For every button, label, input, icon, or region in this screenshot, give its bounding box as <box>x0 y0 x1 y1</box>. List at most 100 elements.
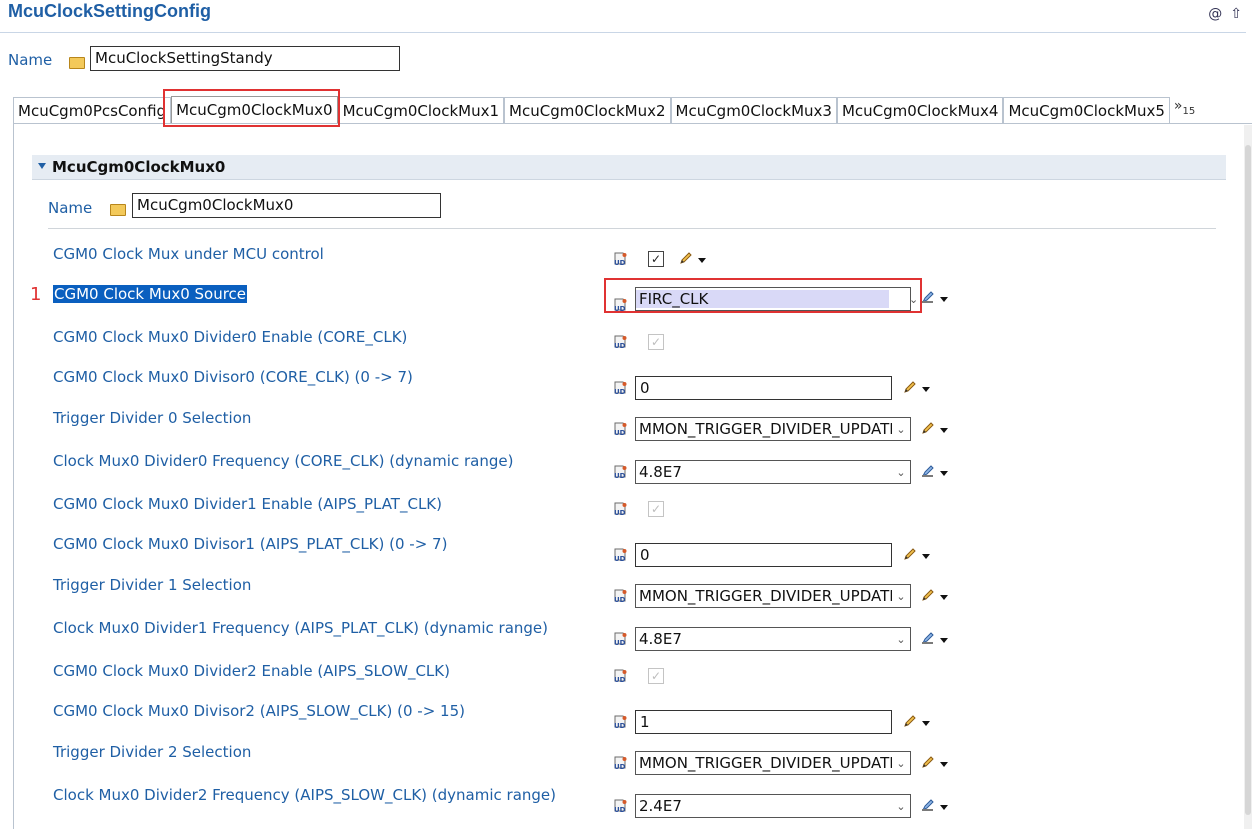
param-input[interactable]: 1 <box>635 710 892 734</box>
dropdown-caret-icon <box>698 257 706 263</box>
dropdown-caret-icon <box>940 804 948 810</box>
tab-mcucgm0clockmux5[interactable]: McuCgm0ClockMux5 <box>1003 97 1170 124</box>
param-label: CGM0 Clock Mux0 Source <box>53 285 248 303</box>
chevron-down-icon[interactable]: ⌄ <box>892 590 910 603</box>
user-defined-icon[interactable]: UD <box>612 334 628 350</box>
param-checkbox[interactable]: ✓ <box>648 501 664 517</box>
section-name-field[interactable]: McuCgm0ClockMux0 <box>132 193 441 218</box>
dropdown-caret-icon <box>940 594 948 600</box>
dropdown-caret-icon <box>940 761 948 767</box>
dropdown-value: 2.4E7 <box>639 797 682 815</box>
pencil-icon <box>678 250 694 270</box>
user-defined-icon[interactable]: UD <box>612 631 628 647</box>
param-label: Trigger Divider 2 Selection <box>53 743 252 761</box>
svg-text:UD: UD <box>614 509 626 517</box>
edit-menu[interactable] <box>920 754 948 774</box>
dropdown-value: MMON_TRIGGER_DIVIDER_UPDATE <box>639 587 892 605</box>
up-arrow-icon[interactable]: ⇧ <box>1230 6 1242 22</box>
user-defined-icon[interactable]: UD <box>612 668 628 684</box>
param-label: CGM0 Clock Mux0 Divisor2 (AIPS_SLOW_CLK)… <box>53 702 465 720</box>
user-defined-icon[interactable]: UD <box>612 714 628 730</box>
chevron-down-icon[interactable]: ⌄ <box>892 423 910 436</box>
param-label: CGM0 Clock Mux under MCU control <box>53 245 324 263</box>
formula-icon <box>920 289 936 309</box>
pencil-icon <box>920 420 936 440</box>
folder-icon[interactable] <box>110 204 126 216</box>
value-highlight-box <box>604 278 922 313</box>
dropdown-caret-icon <box>940 470 948 476</box>
dropdown-value: MMON_TRIGGER_DIVIDER_UPDATE <box>639 420 892 438</box>
formula-icon <box>920 630 936 650</box>
param-dropdown[interactable]: 4.8E7 ⌄ <box>635 460 911 484</box>
param-dropdown[interactable]: MMON_TRIGGER_DIVIDER_UPDATE ⌄ <box>635 751 911 775</box>
collapse-triangle-icon[interactable] <box>38 163 46 169</box>
config-name-label: Name <box>8 51 53 69</box>
pencil-icon <box>902 546 918 566</box>
pencil-icon <box>902 379 918 399</box>
param-checkbox[interactable]: ✓ <box>648 668 664 684</box>
param-label: CGM0 Clock Mux0 Divider0 Enable (CORE_CL… <box>53 328 408 346</box>
user-defined-icon[interactable]: UD <box>612 588 628 604</box>
edit-menu[interactable] <box>902 713 930 733</box>
header-actions: @ ⇧ <box>1208 6 1242 22</box>
param-label: Trigger Divider 1 Selection <box>53 576 252 594</box>
chevron-down-icon[interactable]: ⌄ <box>892 800 910 813</box>
tab-mcucgm0pcsconfig[interactable]: McuCgm0PcsConfig <box>13 97 172 124</box>
scrollbar-thumb[interactable] <box>1245 145 1251 815</box>
svg-text:UD: UD <box>614 722 626 730</box>
param-dropdown[interactable]: MMON_TRIGGER_DIVIDER_UPDATE ⌄ <box>635 584 911 608</box>
edit-menu[interactable] <box>920 420 948 440</box>
user-defined-icon[interactable]: UD <box>612 755 628 771</box>
tab-highlight-box <box>163 89 340 127</box>
config-name-field[interactable]: McuClockSettingStandy <box>90 46 400 71</box>
user-defined-icon[interactable]: UD <box>612 547 628 563</box>
edit-menu[interactable] <box>920 289 948 309</box>
param-label: CGM0 Clock Mux0 Divisor1 (AIPS_PLAT_CLK)… <box>53 535 448 553</box>
user-defined-icon[interactable]: UD <box>612 251 628 267</box>
param-checkbox[interactable]: ✓ <box>648 334 664 350</box>
chevron-down-icon[interactable]: ⌄ <box>892 466 910 479</box>
user-defined-icon[interactable]: UD <box>612 380 628 396</box>
edit-menu[interactable] <box>920 797 948 817</box>
folder-icon[interactable] <box>69 57 85 69</box>
user-defined-icon[interactable]: UD <box>612 501 628 517</box>
edit-menu[interactable] <box>678 250 706 270</box>
dropdown-caret-icon <box>940 296 948 302</box>
at-icon[interactable]: @ <box>1208 6 1222 22</box>
formula-icon <box>920 463 936 483</box>
param-dropdown[interactable]: 4.8E7 ⌄ <box>635 627 911 651</box>
svg-text:UD: UD <box>614 639 626 647</box>
user-defined-icon[interactable]: UD <box>612 798 628 814</box>
tab-mcucgm0clockmux3[interactable]: McuCgm0ClockMux3 <box>670 97 837 124</box>
dropdown-caret-icon <box>922 553 930 559</box>
edit-menu[interactable] <box>920 463 948 483</box>
param-checkbox[interactable]: ✓ <box>648 251 664 267</box>
param-label: CGM0 Clock Mux0 Divisor0 (CORE_CLK) (0 -… <box>53 368 413 386</box>
dropdown-caret-icon <box>940 637 948 643</box>
tab-mcucgm0clockmux4[interactable]: McuCgm0ClockMux4 <box>836 97 1004 124</box>
edit-menu[interactable] <box>920 587 948 607</box>
tab-overflow-count: 15 <box>1182 105 1196 117</box>
param-dropdown[interactable]: MMON_TRIGGER_DIVIDER_UPDATE ⌄ <box>635 417 911 441</box>
param-label: Clock Mux0 Divider1 Frequency (AIPS_PLAT… <box>53 619 549 637</box>
user-defined-icon[interactable]: UD <box>612 464 628 480</box>
chevron-down-icon[interactable]: ⌄ <box>892 757 910 770</box>
dropdown-caret-icon <box>922 720 930 726</box>
tab-mcucgm0clockmux1[interactable]: McuCgm0ClockMux1 <box>337 97 505 124</box>
tab-overflow-button[interactable]: »15 <box>1170 95 1199 123</box>
param-dropdown[interactable]: 2.4E7 ⌄ <box>635 794 911 818</box>
formula-icon <box>920 797 936 817</box>
dropdown-caret-icon <box>940 427 948 433</box>
svg-text:UD: UD <box>614 472 626 480</box>
pencil-icon <box>902 713 918 733</box>
edit-menu[interactable] <box>902 379 930 399</box>
param-input[interactable]: 0 <box>635 543 892 567</box>
param-label: CGM0 Clock Mux0 Divider2 Enable (AIPS_SL… <box>53 662 450 680</box>
edit-menu[interactable] <box>920 630 948 650</box>
tab-mcucgm0clockmux2[interactable]: McuCgm0ClockMux2 <box>504 97 671 124</box>
section-title: McuCgm0ClockMux0 <box>52 158 226 176</box>
edit-menu[interactable] <box>902 546 930 566</box>
param-input[interactable]: 0 <box>635 376 892 400</box>
chevron-down-icon[interactable]: ⌄ <box>892 633 910 646</box>
user-defined-icon[interactable]: UD <box>612 421 628 437</box>
